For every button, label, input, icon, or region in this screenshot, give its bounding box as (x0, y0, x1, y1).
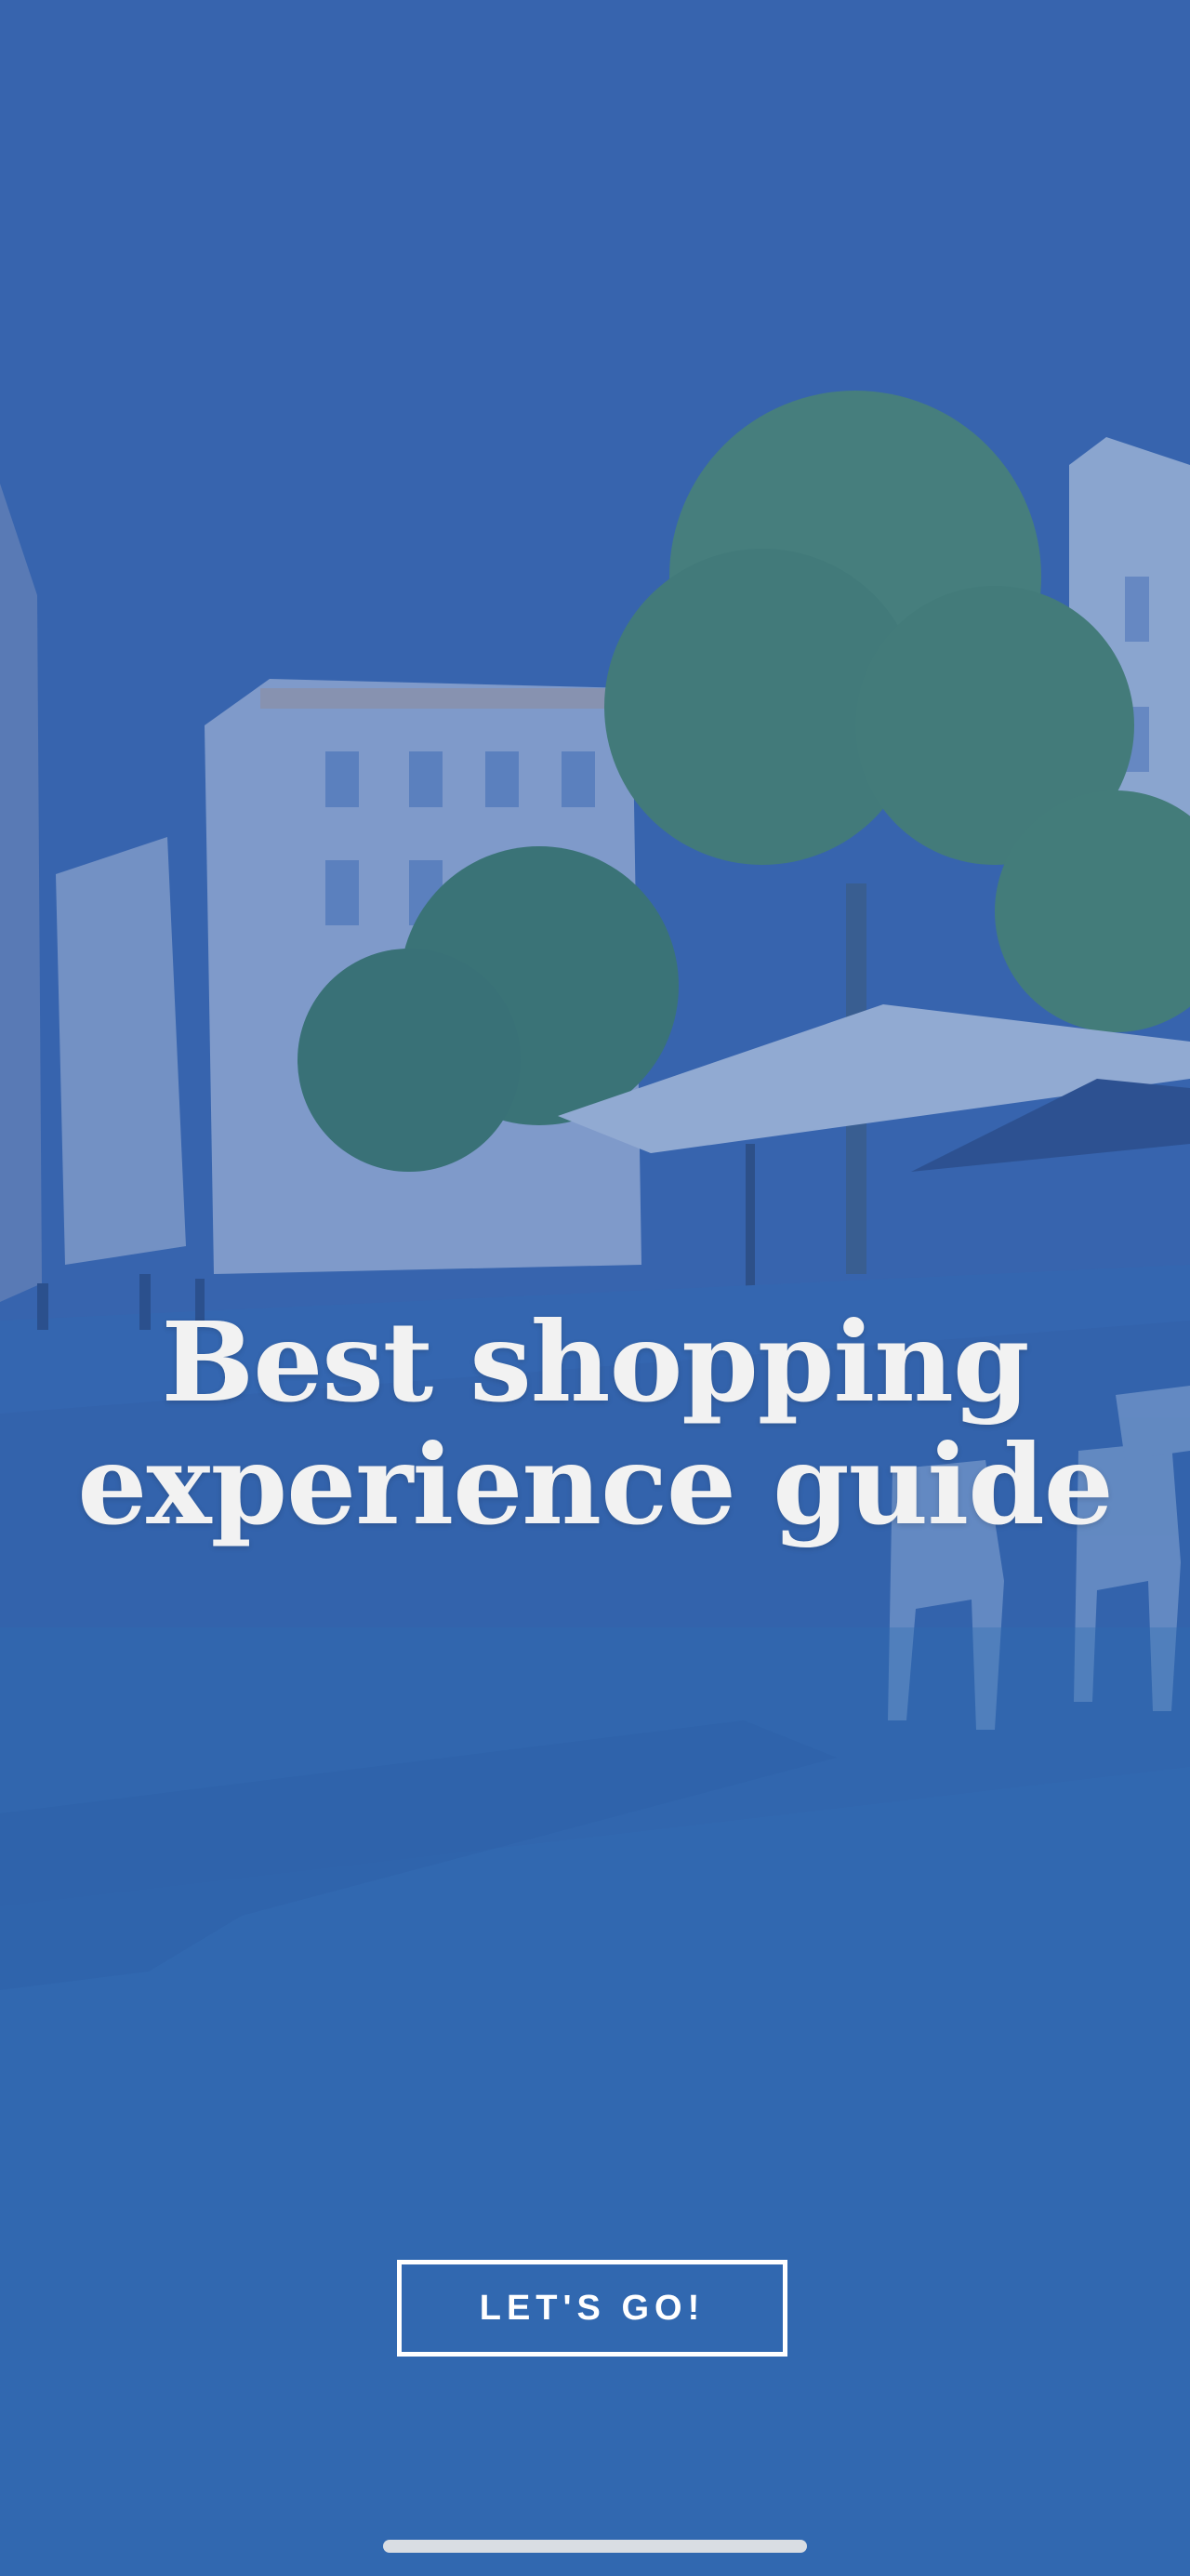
headline: Best shopping experience guide (0, 1301, 1190, 1547)
background-photo (0, 0, 1190, 2576)
lets-go-button-label: LET'S GO! (479, 2288, 706, 2328)
lets-go-button[interactable]: LET'S GO! (397, 2260, 787, 2357)
onboarding-screen: Best shopping experience guide LET'S GO! (0, 0, 1190, 2576)
headline-line-1: Best shopping (161, 1297, 1030, 1427)
home-indicator[interactable] (383, 2540, 807, 2553)
headline-line-2: experience guide (77, 1420, 1114, 1550)
